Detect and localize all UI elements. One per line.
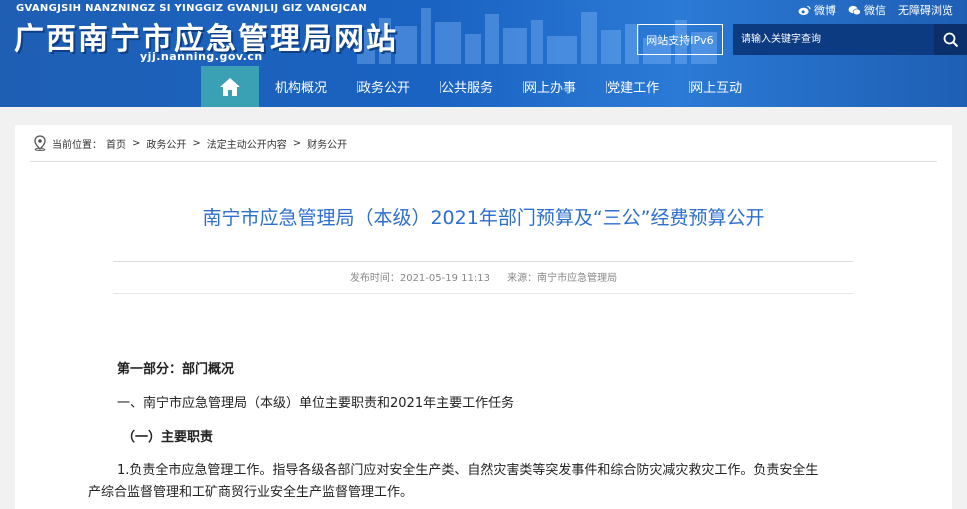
nav-item-online-interaction[interactable]: 网上互动 <box>689 66 742 107</box>
breadcrumb-item-gov-affairs[interactable]: 政务公开 <box>146 136 186 151</box>
search-button[interactable] <box>934 24 967 55</box>
nav-item-online-service[interactable]: 网上办事 <box>523 66 576 107</box>
search-box <box>733 24 967 55</box>
site-roman-name: GVANGJSIH NANZNINGZ SI YINGGIZ GVANJLIJ … <box>16 3 368 14</box>
location-pin-icon <box>34 135 46 151</box>
meta-divider <box>113 293 853 294</box>
title-divider <box>113 261 853 262</box>
breadcrumb-separator: > <box>132 137 141 149</box>
publish-time: 发布时间：2021-05-19 11:13 <box>349 273 490 284</box>
ipv6-badge: 网站支持IPv6 <box>637 24 723 55</box>
weibo-link[interactable]: 微博 <box>798 2 836 18</box>
wechat-icon <box>848 5 861 15</box>
article-panel: 当前位置： 首页 > 政务公开 > 法定主动公开内容 > 财务公开 南宁市应急管… <box>15 125 952 509</box>
article-title: 南宁市应急管理局（本级）2021年部门预算及“三公”经费预算公开 <box>202 207 765 229</box>
breadcrumb-item-home[interactable]: 首页 <box>106 136 126 151</box>
breadcrumb-divider <box>30 161 937 162</box>
weibo-icon <box>798 5 811 15</box>
search-input[interactable] <box>733 24 931 55</box>
weibo-label: 微博 <box>814 4 836 17</box>
paragraph-line: 产综合监督管理和工矿商贸行业安全生产监督管理工作。 <box>88 485 414 500</box>
breadcrumb-separator: > <box>192 137 201 149</box>
site-domain: yjj.nanning.gov.cn <box>140 50 263 63</box>
breadcrumb-item-finance[interactable]: 财务公开 <box>307 136 347 151</box>
wechat-link[interactable]: 微信 <box>848 2 886 18</box>
paragraph-line: 1.负责全市应急管理工作。指导各级各部门应对安全生产类、自然灾害类等突发事件和综… <box>117 463 819 478</box>
subsection-heading: 一、南宁市应急管理局（本级）单位主要职责和2021年主要工作任务 <box>117 396 515 411</box>
nav-item-gov-affairs[interactable]: 政务公开 <box>357 66 410 107</box>
site-header: GVANGJSIH NANZNINGZ SI YINGGIZ GVANJLIJ … <box>0 0 967 107</box>
search-icon <box>943 32 958 47</box>
section-heading: 第一部分：部门概况 <box>117 362 235 377</box>
top-links: 微博 微信 无障碍浏览 <box>798 2 953 18</box>
main-nav: 机构概况 政务公开 公共服务 网上办事 党建工作 网上互动 <box>0 66 967 107</box>
breadcrumb-item-statutory[interactable]: 法定主动公开内容 <box>207 136 287 151</box>
article-source: 来源：南宁市应急管理局 <box>507 273 618 284</box>
sub-subsection-heading: （一）主要职责 <box>122 430 214 445</box>
breadcrumb-prefix: 当前位置： <box>52 139 102 151</box>
home-icon <box>220 77 240 96</box>
nav-item-public-service[interactable]: 公共服务 <box>440 66 493 107</box>
wechat-label: 微信 <box>864 4 886 17</box>
article-meta: 发布时间：2021-05-19 11:13 来源：南宁市应急管理局 <box>15 269 952 284</box>
accessibility-link[interactable]: 无障碍浏览 <box>898 2 953 18</box>
accessibility-label: 无障碍浏览 <box>898 4 953 17</box>
nav-home[interactable] <box>201 66 259 107</box>
nav-item-party-building[interactable]: 党建工作 <box>606 66 659 107</box>
breadcrumb: 当前位置： 首页 > 政务公开 > 法定主动公开内容 > 财务公开 <box>32 135 347 151</box>
nav-item-org-overview[interactable]: 机构概况 <box>275 66 327 107</box>
breadcrumb-separator: > <box>292 137 302 149</box>
